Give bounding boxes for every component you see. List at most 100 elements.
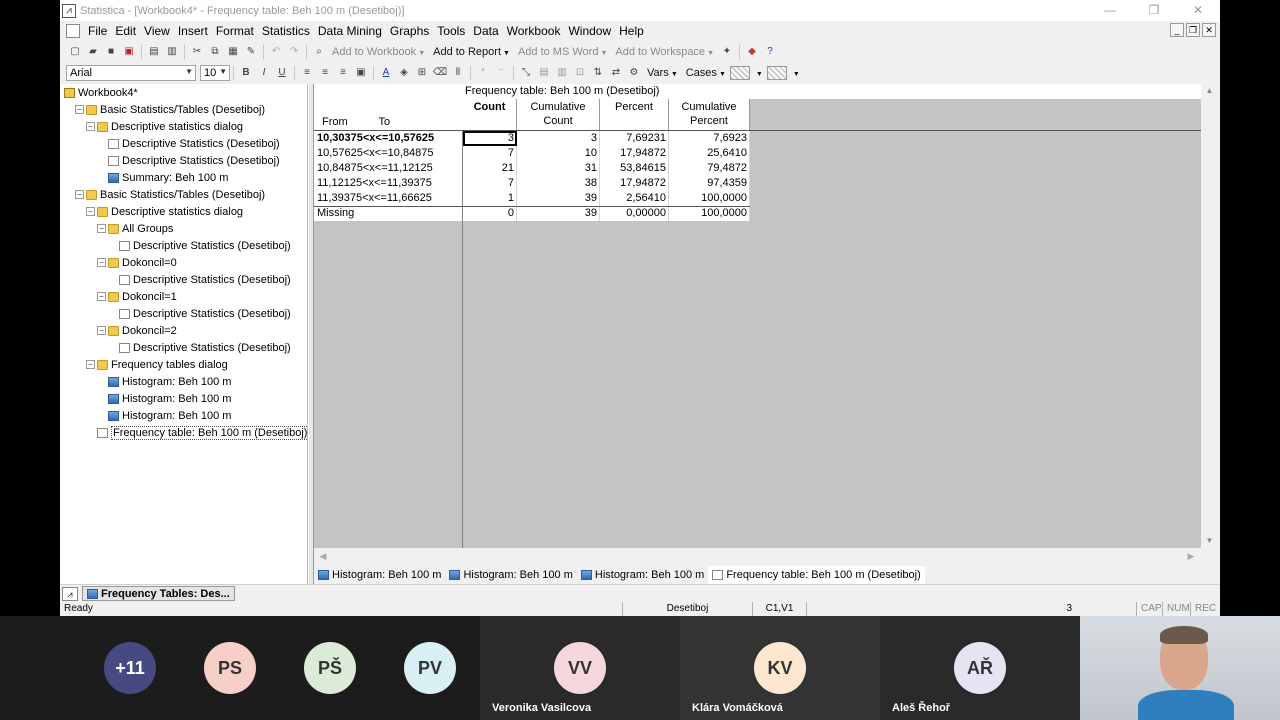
column-header-count[interactable]: Count [463, 99, 517, 130]
participant-tile[interactable]: VV Veronika Vasilcova [480, 616, 680, 720]
participant-tile[interactable]: PV [380, 616, 480, 720]
restore-button[interactable]: ❐ [1132, 0, 1176, 21]
tree-item[interactable]: Descriptive Statistics (Desetiboj) [60, 237, 307, 254]
scroll-down-icon[interactable]: ▼ [1201, 534, 1218, 548]
table-cell[interactable]: 7,6923 [669, 131, 750, 146]
collapse-toggle-icon[interactable]: − [97, 224, 106, 233]
font-color-icon[interactable]: A [377, 64, 395, 82]
tree-item[interactable]: Histogram: Beh 100 m [60, 407, 307, 424]
redo-icon[interactable]: ↷ [285, 43, 303, 61]
collapse-toggle-icon[interactable]: − [97, 258, 106, 267]
mdi-restore-button[interactable]: ❐ [1186, 23, 1200, 37]
eraser-icon[interactable]: ◆ [743, 43, 761, 61]
collapse-toggle-icon[interactable]: − [97, 292, 106, 301]
pdf-icon[interactable]: ▣ [120, 43, 138, 61]
menu-format[interactable]: Format [212, 24, 258, 38]
table-cell[interactable]: 100,0000 [669, 206, 750, 221]
add-to-report-button[interactable]: Add to Report ▼ [429, 46, 514, 58]
tree-item[interactable]: Descriptive Statistics (Desetiboj) [60, 271, 307, 288]
variables-icon[interactable]: ⚙ [625, 64, 643, 82]
tree-item[interactable]: Descriptive Statistics (Desetiboj) [60, 339, 307, 356]
table-cell[interactable]: 0 [463, 206, 517, 221]
document-tab[interactable]: Histogram: Beh 100 m [445, 566, 576, 584]
table-cell[interactable]: 97,4359 [669, 176, 750, 191]
tree-item[interactable]: Histogram: Beh 100 m [60, 390, 307, 407]
menu-statistics[interactable]: Statistics [258, 24, 314, 38]
menu-help[interactable]: Help [615, 24, 648, 38]
scroll-right-icon[interactable]: ▶ [1184, 548, 1198, 564]
participant-tile[interactable]: AŘ Aleš Řehoř [880, 616, 1080, 720]
chevron-down-icon[interactable]: ▼ [750, 67, 767, 79]
mdi-close-button[interactable]: ✕ [1202, 23, 1216, 37]
binoculars-icon[interactable]: ⌕ [310, 43, 328, 61]
row-header[interactable]: 10,57625<x<=10,84875 [314, 146, 463, 161]
table-cell[interactable]: 3 [517, 131, 600, 146]
vertical-scrollbar[interactable]: ▲ ▼ [1201, 84, 1218, 548]
table-cell[interactable]: 7 [463, 146, 517, 161]
tree-item[interactable]: − All Groups [60, 220, 307, 237]
scroll-left-icon[interactable]: ◀ [316, 548, 330, 564]
table-cell[interactable]: 10 [517, 146, 600, 161]
table-cell[interactable]: 100,0000 [669, 191, 750, 206]
table-cell[interactable]: 38 [517, 176, 600, 191]
table-cell[interactable]: 2,56410 [600, 191, 669, 206]
italic-button[interactable]: I [255, 64, 273, 82]
participant-tile[interactable]: PS [180, 616, 280, 720]
statistica-icon[interactable]: ⩘ [62, 586, 78, 601]
menu-workbook[interactable]: Workbook [503, 24, 565, 38]
table-cell[interactable]: 3 [463, 131, 517, 146]
horizontal-scrollbar[interactable]: ◀ ▶ [314, 548, 1218, 564]
menu-graphs[interactable]: Graphs [386, 24, 433, 38]
format-painter-icon[interactable]: ✎ [242, 43, 260, 61]
vars-menu[interactable]: Vars ▼ [643, 67, 682, 79]
add-to-ms-word-button[interactable]: Add to MS Word ▼ [514, 46, 611, 58]
insert-rows-icon[interactable]: ▤ [535, 64, 553, 82]
table-cell[interactable]: 21 [463, 161, 517, 176]
tree-item[interactable]: Descriptive Statistics (Desetiboj) [60, 135, 307, 152]
chevron-down-icon[interactable]: ▼ [787, 67, 804, 79]
document-tab[interactable]: Histogram: Beh 100 m [314, 566, 445, 584]
column-header-cumulative-percent[interactable]: Cumulative Percent [669, 99, 750, 130]
print-icon[interactable]: ▤ [145, 43, 163, 61]
shift-icon[interactable]: ⇄ [607, 64, 625, 82]
add-to-workspace-button[interactable]: Add to Workspace ▼ [611, 46, 718, 58]
clear-format-icon[interactable]: ⌫ [431, 64, 449, 82]
table-cell[interactable]: 53,84615 [600, 161, 669, 176]
participant-tile[interactable]: KV Klára Vomáčková [680, 616, 880, 720]
table-cell[interactable]: 1 [463, 191, 517, 206]
row-header[interactable]: Missing [314, 206, 463, 221]
mdi-minimize-button[interactable]: _ [1170, 23, 1184, 37]
cut-icon[interactable]: ✂ [188, 43, 206, 61]
table-cell[interactable]: 39 [517, 206, 600, 221]
transpose-icon[interactable]: ⤡ [517, 64, 535, 82]
close-button[interactable]: ✕ [1176, 0, 1220, 21]
participant-tile[interactable]: PŠ [280, 616, 380, 720]
collapse-toggle-icon[interactable]: − [97, 326, 106, 335]
table-cell[interactable]: 17,94872 [600, 146, 669, 161]
column-header-percent[interactable]: Percent [600, 99, 669, 130]
document-tab[interactable]: Frequency table: Beh 100 m (Desetiboj) [708, 566, 925, 584]
sort-icon[interactable]: ⇅ [589, 64, 607, 82]
menu-file[interactable]: File [84, 24, 111, 38]
align-left-icon[interactable]: ≡ [298, 64, 316, 82]
pattern-selector-2[interactable] [766, 65, 787, 80]
menu-tools[interactable]: Tools [433, 24, 469, 38]
open-folder-icon[interactable]: ▰ [84, 43, 102, 61]
tree-item[interactable]: Descriptive Statistics (Desetiboj) [60, 305, 307, 322]
merge-icon[interactable]: ▣ [352, 64, 370, 82]
column-header-cumulative-count[interactable]: Cumulative Count [517, 99, 600, 130]
tree-item[interactable]: Descriptive Statistics (Desetiboj) [60, 152, 307, 169]
menu-window[interactable]: Window [564, 24, 615, 38]
pattern-selector[interactable] [729, 65, 750, 80]
table-cell[interactable]: 0,00000 [600, 206, 669, 221]
new-file-icon[interactable]: ▢ [66, 43, 84, 61]
tree-item[interactable]: − Dokoncil=2 [60, 322, 307, 339]
tree-item[interactable]: − Descriptive statistics dialog [60, 203, 307, 220]
decimal-decrease-icon[interactable]: ⁻ [492, 64, 510, 82]
align-center-icon[interactable]: ≡ [316, 64, 334, 82]
table-cell[interactable]: 25,6410 [669, 146, 750, 161]
columns-icon[interactable]: ⫴ [449, 64, 467, 82]
collapse-toggle-icon[interactable]: − [86, 360, 95, 369]
table-cell[interactable]: 39 [517, 191, 600, 206]
minimize-button[interactable]: — [1088, 0, 1132, 21]
